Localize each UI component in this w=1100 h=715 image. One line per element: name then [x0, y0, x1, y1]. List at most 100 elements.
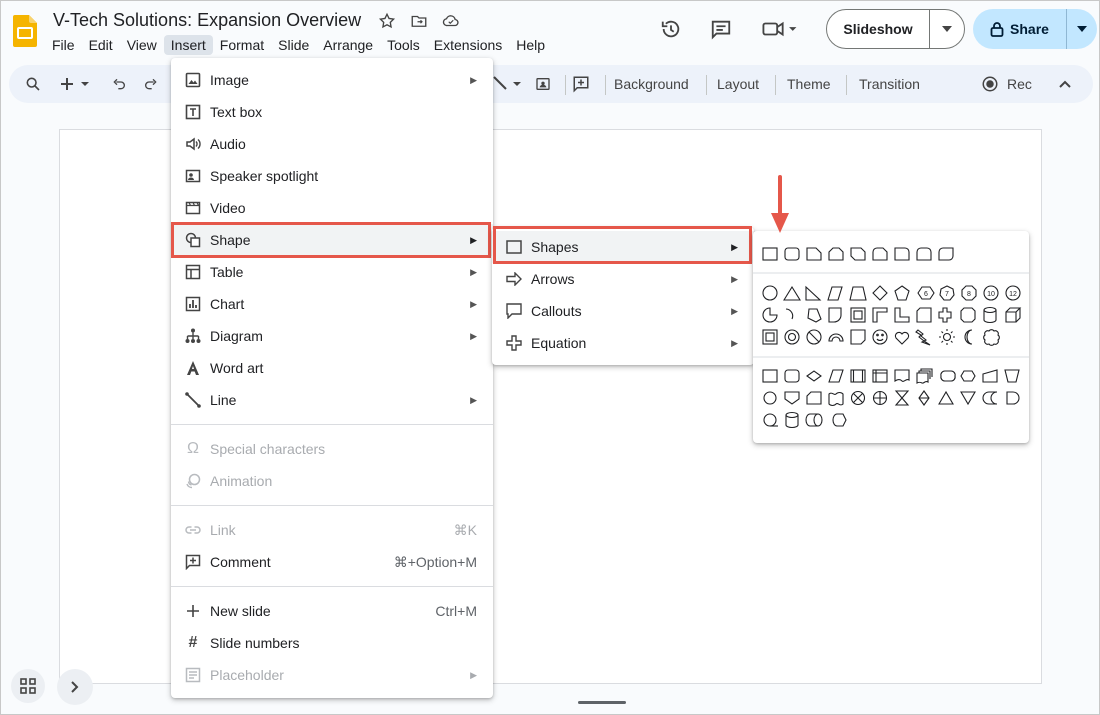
- line-tool-icon[interactable]: [493, 65, 527, 103]
- shape-heart[interactable]: [894, 331, 910, 345]
- shape-l-shape[interactable]: [894, 307, 910, 323]
- shape-heptagon[interactable]: 7: [939, 285, 955, 301]
- flowchart-magnetic-disk[interactable]: [785, 411, 799, 429]
- shape-cross[interactable]: [938, 307, 952, 323]
- menu-slide[interactable]: Slide: [271, 35, 316, 55]
- version-history-icon[interactable]: [657, 15, 685, 43]
- shape-rectangle[interactable]: [762, 247, 778, 261]
- slideshow-label[interactable]: Slideshow: [827, 10, 930, 48]
- shape-snip-same-side-rectangle[interactable]: [828, 247, 844, 261]
- menu-item-speaker-spotlight[interactable]: Speaker spotlight: [171, 160, 493, 192]
- shape-half-frame[interactable]: [872, 307, 888, 323]
- shape-round-single-corner-rectangle[interactable]: [894, 247, 910, 261]
- shape-dodecagon[interactable]: 12: [1005, 285, 1021, 301]
- flowchart-delay[interactable]: [1006, 391, 1020, 405]
- shape-block-arc[interactable]: [828, 333, 844, 342]
- menu-extensions[interactable]: Extensions: [427, 35, 509, 55]
- grid-view-icon[interactable]: [11, 669, 45, 703]
- flowchart-sequential-storage[interactable]: [763, 413, 778, 427]
- flowchart-data[interactable]: [828, 369, 844, 383]
- flowchart-preparation[interactable]: [960, 370, 976, 382]
- flowchart-process[interactable]: [762, 369, 778, 383]
- speaker-notes-drag-handle[interactable]: [578, 701, 626, 704]
- shape-cloud[interactable]: [983, 329, 1000, 346]
- shape-diamond[interactable]: [872, 285, 888, 301]
- submenu-item-equation[interactable]: Equation ▶: [492, 327, 754, 359]
- flowchart-sort[interactable]: [918, 390, 930, 406]
- shape-snip-corner-rectangle[interactable]: [806, 247, 822, 261]
- flowchart-document[interactable]: [894, 369, 910, 383]
- chevron-right-icon[interactable]: [57, 669, 93, 705]
- menu-help[interactable]: Help: [509, 35, 552, 55]
- flowchart-connector[interactable]: [763, 391, 777, 405]
- shape-plaque[interactable]: [960, 307, 976, 323]
- slides-logo-icon[interactable]: [13, 15, 37, 47]
- shape-right-triangle[interactable]: [805, 285, 822, 301]
- shape-no-symbol[interactable]: [806, 329, 822, 345]
- slideshow-button[interactable]: Slideshow: [826, 9, 965, 49]
- shape-teardrop[interactable]: [807, 308, 822, 323]
- slideshow-dropdown-icon[interactable]: [930, 26, 964, 32]
- menu-tools[interactable]: Tools: [380, 35, 427, 55]
- shape-chord[interactable]: [828, 307, 842, 323]
- menu-item-chart[interactable]: Chart ▶: [171, 288, 493, 320]
- menu-format[interactable]: Format: [213, 35, 271, 55]
- flowchart-display[interactable]: [832, 413, 847, 427]
- shape-octagon[interactable]: 8: [961, 285, 977, 301]
- shape-pie[interactable]: [762, 307, 778, 323]
- comments-icon[interactable]: [707, 15, 735, 43]
- flowchart-terminator[interactable]: [940, 370, 956, 382]
- shape-snip-round-rectangle[interactable]: [872, 247, 888, 261]
- shape-triangle[interactable]: [783, 285, 801, 301]
- menu-item-slide-numbers[interactable]: # Slide numbers: [171, 627, 493, 659]
- shape-can[interactable]: [983, 306, 997, 324]
- menu-arrange[interactable]: Arrange: [316, 35, 380, 55]
- menu-item-word-art[interactable]: Word art: [171, 352, 493, 384]
- shape-sun[interactable]: [939, 329, 955, 345]
- flowchart-predefined-process[interactable]: [850, 369, 866, 383]
- insert-comment-icon[interactable]: [572, 65, 590, 103]
- redo-icon[interactable]: [143, 65, 159, 103]
- shape-smiley-face[interactable]: [872, 329, 888, 345]
- menu-item-audio[interactable]: Audio: [171, 128, 493, 160]
- shape-arc[interactable]: [785, 308, 794, 320]
- menu-edit[interactable]: Edit: [82, 35, 120, 55]
- new-slide-plus-icon[interactable]: [59, 65, 89, 103]
- layout-button[interactable]: Layout: [717, 65, 759, 103]
- shape-snip-diagonal-rectangle[interactable]: [850, 247, 866, 261]
- flowchart-collate[interactable]: [894, 390, 910, 406]
- meet-video-icon[interactable]: [757, 15, 801, 43]
- menu-insert[interactable]: Insert: [163, 35, 213, 55]
- menu-item-new-slide[interactable]: New slide Ctrl+M: [171, 595, 493, 627]
- star-icon[interactable]: [377, 11, 397, 31]
- speaker-spotlight-toolbar-icon[interactable]: [535, 65, 551, 103]
- shape-round-same-side-rectangle[interactable]: [916, 247, 932, 261]
- shape-trapezoid[interactable]: [849, 286, 867, 301]
- shape-diagonal-stripe[interactable]: [916, 307, 932, 323]
- shape-lightning-bolt[interactable]: [915, 329, 931, 346]
- move-folder-icon[interactable]: [409, 11, 429, 31]
- menu-item-text-box[interactable]: Text box: [171, 96, 493, 128]
- shape-pentagon[interactable]: [894, 285, 910, 301]
- transition-button[interactable]: Transition: [859, 65, 920, 103]
- flowchart-alternate-process[interactable]: [784, 369, 800, 383]
- document-title[interactable]: V-Tech Solutions: Expansion Overview: [53, 10, 361, 31]
- menu-item-image[interactable]: Image ▶: [171, 64, 493, 96]
- flowchart-internal-storage[interactable]: [872, 369, 888, 383]
- flowchart-manual-operation[interactable]: [1004, 369, 1020, 383]
- menu-item-line[interactable]: Line ▶: [171, 384, 493, 416]
- menu-item-diagram[interactable]: Diagram ▶: [171, 320, 493, 352]
- submenu-item-arrows[interactable]: Arrows ▶: [492, 263, 754, 295]
- menu-item-video[interactable]: Video: [171, 192, 493, 224]
- shape-folded-corner[interactable]: [850, 329, 866, 345]
- flowchart-punched-tape[interactable]: [828, 391, 844, 407]
- menu-item-table[interactable]: Table ▶: [171, 256, 493, 288]
- menu-view[interactable]: View: [120, 35, 164, 55]
- menu-file[interactable]: File: [45, 35, 82, 55]
- flowchart-decision[interactable]: [806, 370, 822, 382]
- submenu-item-callouts[interactable]: Callouts ▶: [492, 295, 754, 327]
- shape-moon[interactable]: [964, 329, 973, 345]
- search-menus-icon[interactable]: [25, 65, 41, 103]
- shape-decagon[interactable]: 10: [983, 285, 999, 301]
- rec-button[interactable]: Rec: [981, 65, 1032, 103]
